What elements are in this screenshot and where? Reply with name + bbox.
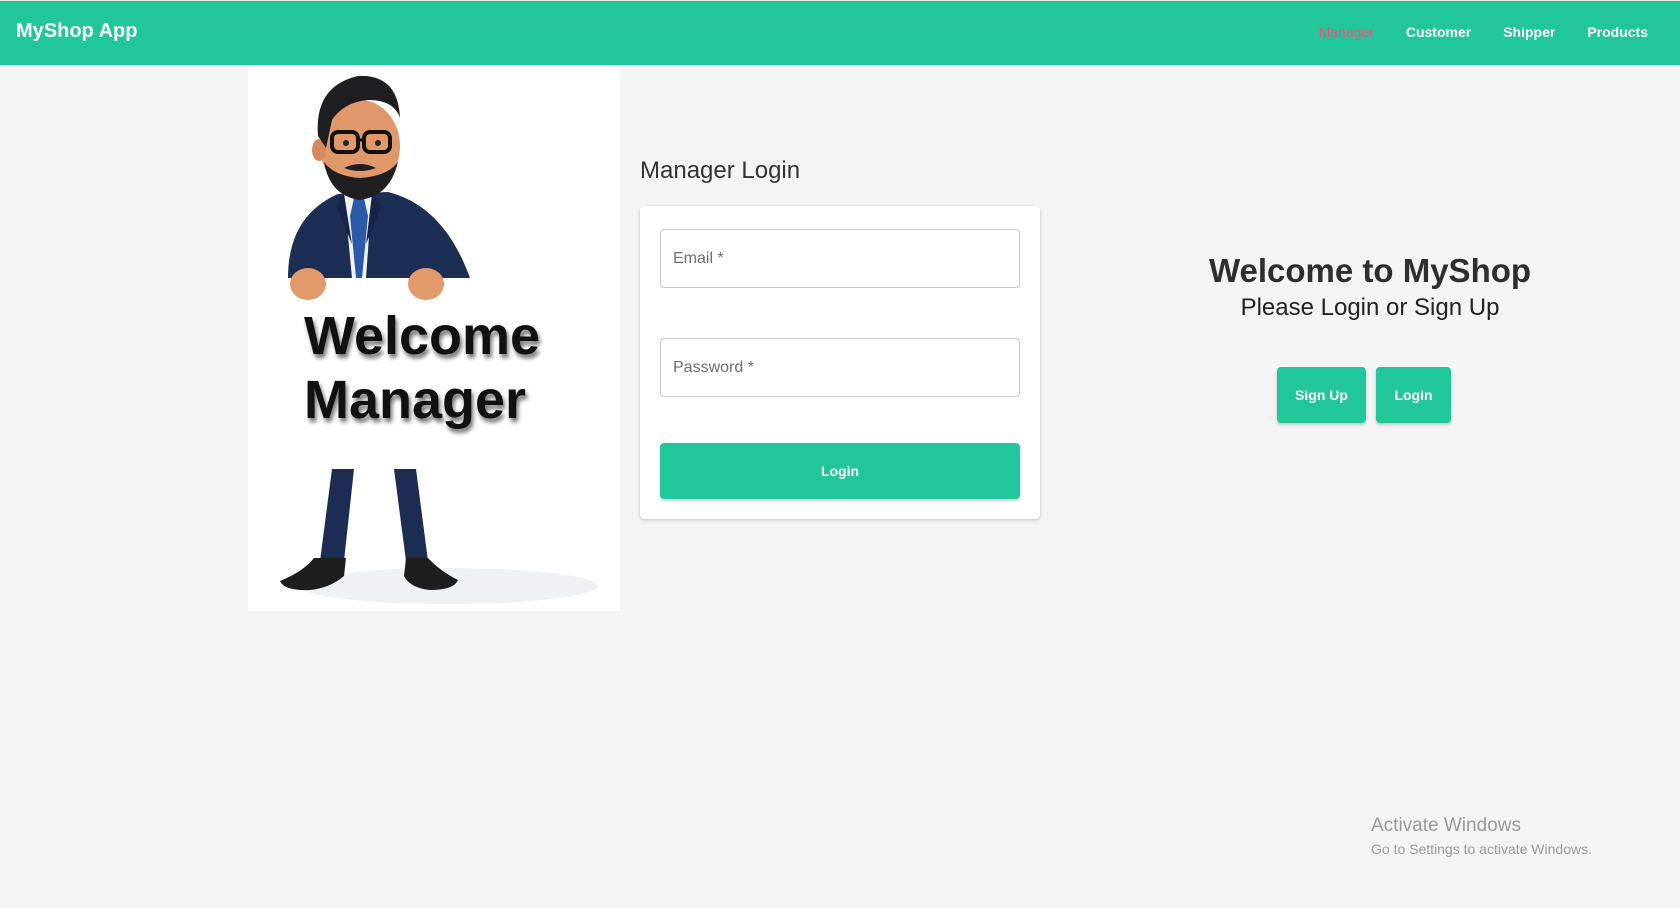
login-card: Login (640, 206, 1040, 519)
hero-line-manager: Manager (304, 370, 527, 430)
manager-hero-image: Welcome Manager (248, 66, 620, 611)
email-input[interactable] (673, 230, 1019, 287)
nav-links: Manager Customer Shipper Products (1319, 24, 1648, 40)
activate-windows-watermark: Activate Windows Go to Settings to activ… (1371, 815, 1592, 857)
signup-button[interactable]: Sign Up (1277, 367, 1366, 423)
login-button[interactable]: Login (1376, 367, 1451, 423)
password-input[interactable] (673, 339, 1019, 396)
nav-link-shipper[interactable]: Shipper (1503, 24, 1555, 40)
welcome-subheading: Please Login or Sign Up (1240, 294, 1500, 321)
login-title: Manager Login (640, 157, 801, 184)
nav-link-manager[interactable]: Manager (1319, 24, 1374, 40)
hero-sign-text: Welcome Manager (304, 304, 540, 432)
welcome-heading: Welcome to MyShop (1208, 252, 1532, 289)
hero-line-welcome: Welcome (304, 306, 541, 366)
welcome-panel: Welcome to MyShop Please Login or Sign U… (1120, 250, 1620, 322)
nav-link-customer[interactable]: Customer (1406, 24, 1471, 40)
top-navbar: MyShop App Manager Customer Shipper Prod… (0, 0, 1680, 65)
login-submit-button[interactable]: Login (660, 443, 1020, 499)
nav-link-products[interactable]: Products (1587, 24, 1648, 40)
watermark-subtitle: Go to Settings to activate Windows. (1371, 841, 1592, 857)
watermark-title: Activate Windows (1371, 815, 1521, 836)
password-field[interactable] (660, 338, 1020, 397)
email-field[interactable] (660, 229, 1020, 288)
welcome-buttons: Sign Up Login (1277, 367, 1451, 423)
app-brand[interactable]: MyShop App (16, 20, 137, 43)
